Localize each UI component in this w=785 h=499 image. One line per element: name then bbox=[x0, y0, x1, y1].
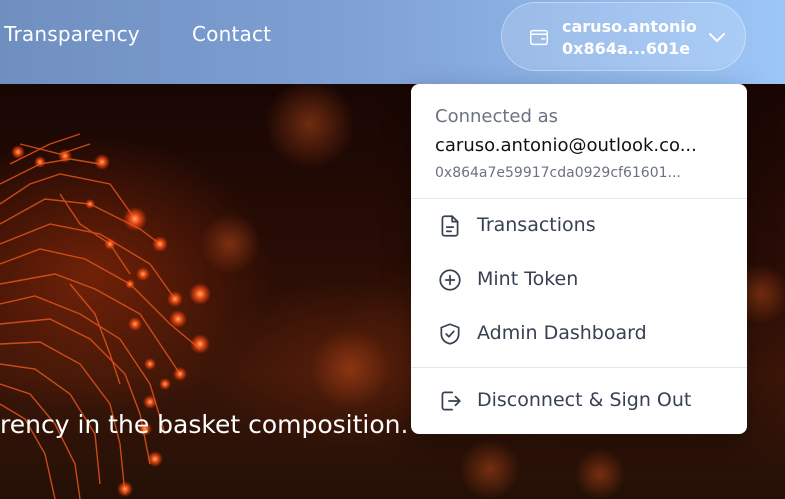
menu-divider bbox=[411, 198, 747, 199]
menu-item-label: Transactions bbox=[477, 214, 596, 236]
connected-as-label: Connected as bbox=[435, 106, 559, 127]
top-navigation-bar: Transparency Contact caruso.antonio 0x86… bbox=[0, 0, 785, 84]
document-icon bbox=[441, 215, 459, 237]
nav-link-transparency[interactable]: Transparency bbox=[4, 22, 140, 46]
menu-item-mint-token[interactable]: Mint Token bbox=[411, 256, 747, 302]
account-dropdown-menu: Connected as caruso.antonio@outlook.co..… bbox=[411, 84, 747, 434]
account-email: caruso.antonio@outlook.co... bbox=[435, 135, 697, 156]
chevron-down-icon bbox=[709, 33, 725, 42]
shield-check-icon bbox=[440, 323, 460, 345]
menu-item-disconnect-sign-out[interactable]: Disconnect & Sign Out bbox=[411, 377, 747, 423]
nav-link-contact[interactable]: Contact bbox=[192, 22, 271, 46]
hero-tagline: rency in the basket composition. bbox=[0, 410, 409, 439]
wallet-icon bbox=[530, 29, 548, 46]
wallet-full-address: 0x864a7e59917cda0929cf61601... bbox=[435, 165, 681, 181]
plus-circle-icon bbox=[439, 269, 461, 291]
wallet-address-short: 0x864a...601e bbox=[562, 39, 691, 58]
menu-item-transactions[interactable]: Transactions bbox=[411, 202, 747, 248]
menu-item-label: Mint Token bbox=[477, 268, 579, 290]
wallet-account-button[interactable]: caruso.antonio 0x864a...601e bbox=[501, 2, 746, 71]
menu-divider bbox=[411, 367, 747, 368]
sign-out-icon bbox=[441, 391, 461, 411]
menu-item-label: Admin Dashboard bbox=[477, 322, 647, 344]
wallet-account-name: caruso.antonio bbox=[562, 17, 697, 36]
menu-item-admin-dashboard[interactable]: Admin Dashboard bbox=[411, 310, 747, 356]
menu-item-label: Disconnect & Sign Out bbox=[477, 389, 692, 411]
